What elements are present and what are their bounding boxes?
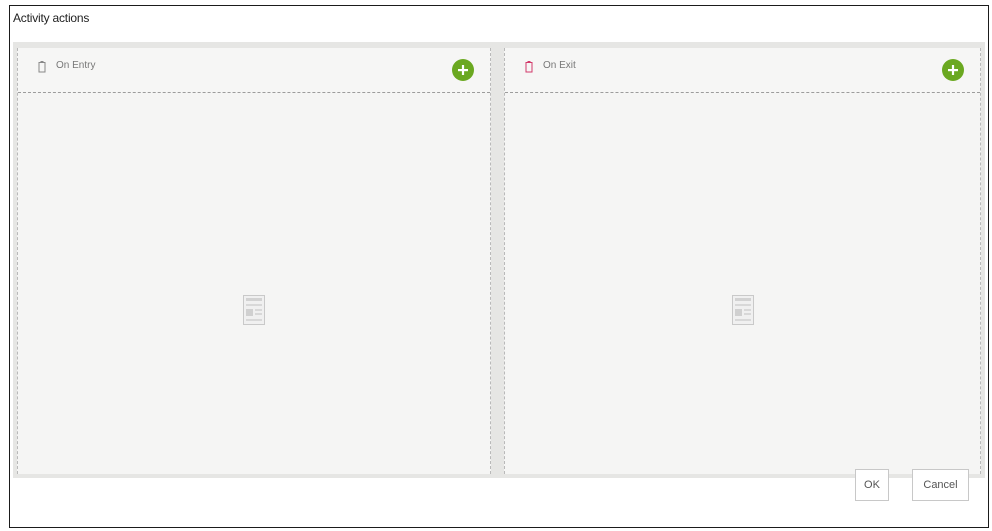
on-exit-panel-header: On Exit	[505, 48, 980, 93]
on-exit-panel: On Exit	[504, 48, 981, 474]
add-entry-action-button[interactable]	[452, 59, 474, 81]
ok-button[interactable]: OK	[855, 469, 889, 501]
on-entry-panel-header: On Entry	[18, 48, 490, 93]
placeholder-form-icon	[243, 295, 265, 325]
panels-container: On Entry On Exit	[13, 42, 985, 478]
plus-circle-icon	[948, 65, 958, 75]
placeholder-form-icon	[731, 295, 754, 325]
on-exit-label: On Exit	[543, 60, 576, 71]
exit-icon	[525, 60, 534, 73]
on-entry-panel: On Entry	[17, 48, 491, 474]
entry-icon	[38, 60, 47, 73]
add-exit-action-button[interactable]	[942, 59, 964, 81]
plus-circle-icon	[458, 65, 468, 75]
cancel-button[interactable]: Cancel	[912, 469, 969, 501]
on-entry-label: On Entry	[56, 60, 96, 71]
dialog-title: Activity actions	[13, 11, 90, 25]
activity-actions-dialog: Activity actions On Entry On Exit OK Can…	[9, 5, 989, 528]
